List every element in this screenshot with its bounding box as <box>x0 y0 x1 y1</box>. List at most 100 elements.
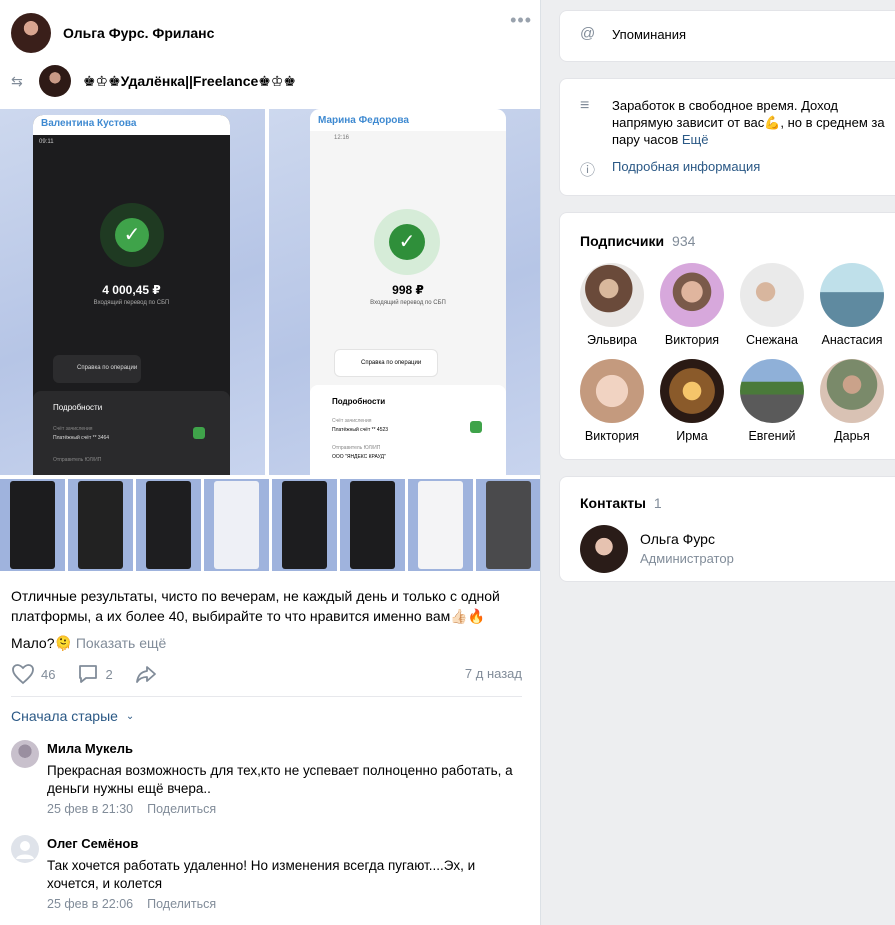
post-card: Ольга Фурс. Фриланс ••• ⇆ ♚♔♚Удалёнка||F… <box>0 0 541 925</box>
thumbnail-strip <box>0 479 540 571</box>
subscriber-name: Ирма <box>676 429 708 443</box>
comment-date[interactable]: 25 фев в 22:06 <box>47 897 133 911</box>
subscribers-title: Подписчики <box>580 233 665 249</box>
comments-sort[interactable]: Сначала старые ⌄ <box>11 708 134 724</box>
comment: Мила Мукель Прекрасная возможность для т… <box>11 740 521 822</box>
status-time: 12:16 <box>334 135 350 141</box>
comment-meta: 25 фев в 21:30 Поделиться <box>47 802 216 816</box>
divider <box>11 696 522 697</box>
comment: Олег Семёнов Так хочется работать удален… <box>11 835 521 917</box>
subscriber-avatar <box>820 263 884 327</box>
sender-value: ООО "ЯНДЕКС КРАУД" <box>332 454 386 460</box>
more-options-icon[interactable]: ••• <box>510 10 532 31</box>
transfer-caption: Входящий перевод по СБП <box>370 300 446 306</box>
subscriber[interactable]: Виктория <box>660 263 724 347</box>
description-more-link[interactable]: Ещё <box>682 132 709 147</box>
bank-logo-icon <box>470 421 482 433</box>
author-name[interactable]: Ольга Фурс. Фриланс <box>63 25 214 41</box>
like-button[interactable]: 46 <box>11 663 55 685</box>
comment-meta: 25 фев в 22:06 Поделиться <box>47 897 216 911</box>
thumbnail[interactable] <box>340 479 405 571</box>
subscriber-avatar <box>580 263 644 327</box>
thumbnail[interactable] <box>0 479 65 571</box>
receipt-button: Справка по операции <box>53 355 141 383</box>
share-button[interactable] <box>135 664 163 684</box>
photo-gallery: Валентина Кустова 09:11 ✓ 4 000,45 ₽ Вхо… <box>0 109 540 573</box>
commenter-name[interactable]: Мила Мукель <box>47 740 133 758</box>
subscriber-name: Виктория <box>584 429 640 443</box>
mentions-card[interactable]: @ Упоминания <box>559 10 895 62</box>
thumbnail[interactable] <box>408 479 473 571</box>
info-link[interactable]: Подробная информация <box>612 159 760 174</box>
sender-label: Отправитель ЮЛ/ИП <box>53 457 102 463</box>
subscriber-name: Виктория <box>664 333 720 347</box>
sender-label: Отправитель ЮЛ/ИП <box>332 445 381 451</box>
subscriber[interactable]: Эльвира <box>580 263 644 347</box>
subscriber-avatar <box>660 359 724 423</box>
subscriber[interactable]: Анастасия <box>820 263 884 347</box>
show-more-link[interactable]: Показать ещё <box>76 635 167 651</box>
subscriber[interactable]: Дарья <box>820 359 884 443</box>
subscribers-card: Подписчики 934 Эльвира Виктория Снежана … <box>559 212 895 460</box>
subscriber-name: Эльвира <box>587 333 637 347</box>
comment-button[interactable]: 2 <box>77 663 113 685</box>
repost-source-name[interactable]: ♚♔♚Удалёнка||Freelance♚♔♚ <box>83 73 296 90</box>
bank-logo-icon <box>193 427 205 439</box>
subscriber-avatar <box>660 263 724 327</box>
commenter-avatar[interactable] <box>11 740 39 768</box>
photo-left[interactable]: Валентина Кустова 09:11 ✓ 4 000,45 ₽ Вхо… <box>0 109 265 475</box>
show-more: Мало?🫠 Показать ещё <box>11 633 166 653</box>
subscriber[interactable]: Виктория <box>580 359 644 443</box>
subscriber[interactable]: Ирма <box>660 359 724 443</box>
sort-label: Сначала старые <box>11 708 118 724</box>
post-header: Ольга Фурс. Фриланс <box>11 13 531 53</box>
thumbnail[interactable] <box>68 479 133 571</box>
comment-date[interactable]: 25 фев в 21:30 <box>47 802 133 816</box>
subscriber-avatar <box>740 359 804 423</box>
phone-screen-light: Марина Федорова 12:16 ✓ 998 ₽ Входящий п… <box>310 109 506 475</box>
contacts-count: 1 <box>653 495 662 511</box>
contacts-header[interactable]: Контакты 1 <box>580 495 662 511</box>
phone-screen-dark: Валентина Кустова 09:11 ✓ 4 000,45 ₽ Вхо… <box>33 115 230 475</box>
group-description: Заработок в свободное время. Доход напря… <box>612 98 885 147</box>
at-icon: @ <box>580 25 596 42</box>
post-text: Отличные результаты, чисто по вечерам, н… <box>11 588 500 624</box>
chevron-down-icon: ⌄ <box>125 710 135 722</box>
photo-right[interactable]: Марина Федорова 12:16 ✓ 998 ₽ Входящий п… <box>269 109 540 475</box>
success-icon: ✓ <box>374 209 440 275</box>
thumbnail[interactable] <box>136 479 201 571</box>
subscribers-count: 934 <box>672 233 696 249</box>
contact-avatar <box>580 525 628 573</box>
info-icon: ⓘ <box>580 162 596 179</box>
contacts-card: Контакты 1 Ольга Фурс Администратор <box>559 476 895 582</box>
contact-role: Администратор <box>640 551 734 566</box>
default-user-icon <box>16 841 34 859</box>
about-card: ≡ Заработок в свободное время. Доход нап… <box>559 78 895 196</box>
comment-text: Прекрасная возможность для тех,кто не ус… <box>47 763 513 796</box>
thumbnail[interactable] <box>204 479 269 571</box>
subscriber[interactable]: Евгений <box>740 359 804 443</box>
contact-name: Ольга Фурс <box>640 531 715 547</box>
share-comment-link[interactable]: Поделиться <box>147 802 216 816</box>
commenter-name[interactable]: Олег Семёнов <box>47 835 138 853</box>
comment-count: 2 <box>105 666 113 682</box>
subscriber-name: Анастасия <box>821 333 883 347</box>
thumbnail[interactable] <box>272 479 337 571</box>
author-avatar[interactable] <box>11 13 51 53</box>
contact-item[interactable]: Ольга Фурс Администратор <box>580 525 880 573</box>
repost-source-avatar[interactable] <box>39 65 71 97</box>
subscribers-header[interactable]: Подписчики 934 <box>580 233 695 249</box>
commenter-avatar[interactable] <box>11 835 39 863</box>
heart-icon <box>12 664 34 685</box>
subscriber-avatar <box>820 359 884 423</box>
comment-text: Так хочется работать удаленно! Но измене… <box>47 858 476 891</box>
subscriber-name: Евгений <box>748 429 796 443</box>
share-comment-link[interactable]: Поделиться <box>147 897 216 911</box>
transfer-amount: 4 000,45 ₽ <box>102 283 161 297</box>
thumbnail[interactable] <box>476 479 540 571</box>
subscriber[interactable]: Снежана <box>740 263 804 347</box>
show-more-prefix: Мало?🫠 <box>11 635 72 651</box>
photo-sender-name: Валентина Кустова <box>33 115 230 135</box>
post-time[interactable]: 7 д назад <box>465 666 522 681</box>
subscriber-name: Дарья <box>834 429 870 443</box>
